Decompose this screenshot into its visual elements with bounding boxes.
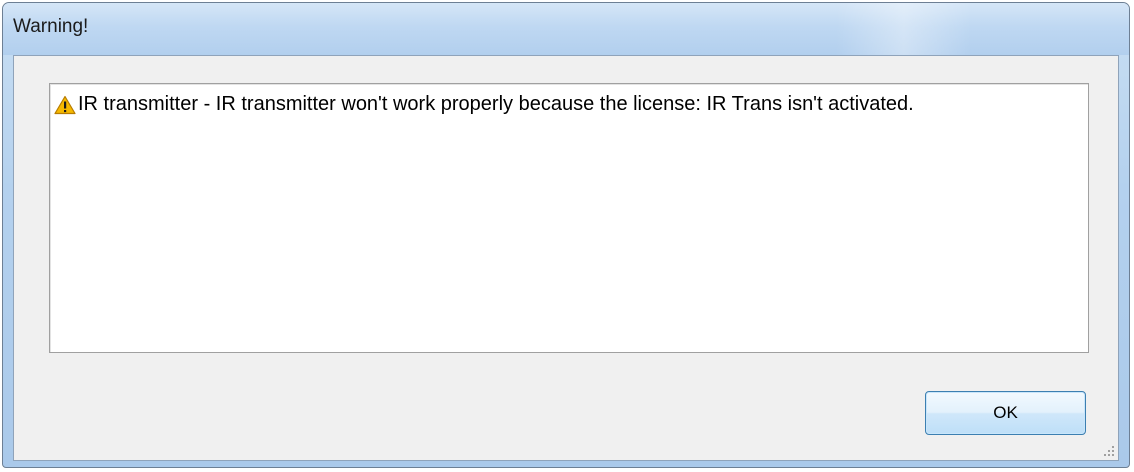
message-text: IR transmitter - IR transmitter won't wo… bbox=[78, 93, 914, 115]
message-area: IR transmitter - IR transmitter won't wo… bbox=[49, 83, 1089, 353]
ok-button[interactable]: OK bbox=[925, 391, 1086, 435]
title-bar[interactable]: Warning! bbox=[3, 3, 1129, 55]
warning-dialog: Warning! IR transmitter - IR transmitter… bbox=[2, 2, 1130, 468]
dialog-body: IR transmitter - IR transmitter won't wo… bbox=[13, 55, 1119, 461]
resize-grip-icon[interactable] bbox=[1101, 443, 1115, 457]
message-row: IR transmitter - IR transmitter won't wo… bbox=[54, 93, 914, 116]
warning-icon bbox=[54, 95, 76, 115]
dialog-title: Warning! bbox=[13, 16, 89, 37]
